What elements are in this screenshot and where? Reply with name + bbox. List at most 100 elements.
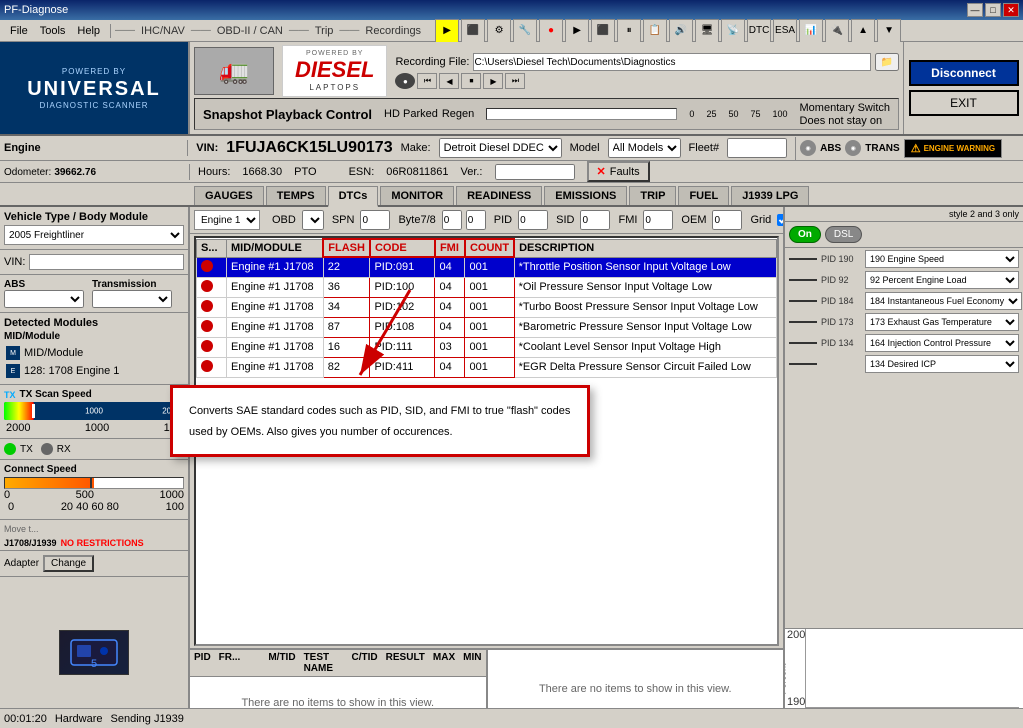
pid-dropdown-3[interactable]: 173 Exhaust Gas Temperature: [865, 313, 1019, 331]
momentary-switch-info: Momentary Switch Does not stay on: [800, 102, 890, 127]
faults-button[interactable]: ✕ Faults: [587, 161, 650, 182]
connect-speed-slider[interactable]: [4, 477, 184, 489]
snapshot-slider[interactable]: [486, 108, 677, 120]
pid-filter-input[interactable]: [518, 210, 548, 230]
rec-icon4[interactable]: ⏹: [461, 73, 481, 89]
module-icon-1: E: [6, 364, 20, 378]
scale-25: 25: [706, 109, 716, 119]
obd-select[interactable]: [302, 210, 324, 230]
menu-help[interactable]: Help: [71, 23, 106, 39]
tab-readiness[interactable]: READINESS: [456, 186, 542, 205]
tb-icon2[interactable]: ⬛: [461, 19, 485, 43]
rec-icon5[interactable]: ▶: [483, 73, 503, 89]
on-toggle[interactable]: On: [789, 226, 821, 243]
cell-desc-4: *Coolant Level Sensor Input Voltage High: [514, 337, 776, 357]
tab-j1939lpg[interactable]: J1939 LPG: [731, 186, 809, 205]
dtc-row-3[interactable]: Engine #1 J170887PID:10804001*Barometric…: [197, 317, 777, 337]
module-item-1[interactable]: E 128: 1708 Engine 1: [4, 362, 184, 380]
tb-icon15[interactable]: 📊: [799, 19, 823, 43]
abs-select[interactable]: [4, 290, 84, 308]
tb-icon13[interactable]: DTC: [747, 19, 771, 43]
sid-input[interactable]: [580, 210, 610, 230]
hours-value: 1668.30: [242, 166, 282, 178]
tab-temps[interactable]: TEMPS: [266, 186, 326, 205]
pid-dropdown-1[interactable]: 92 Percent Engine Load: [865, 271, 1019, 289]
rec-icon3[interactable]: ◀: [439, 73, 459, 89]
fmi-filter-input[interactable]: [643, 210, 673, 230]
model-select[interactable]: All Models: [608, 138, 681, 158]
tb-icon11[interactable]: 🖥: [695, 19, 719, 43]
dtc-row-2[interactable]: Engine #1 J170834PID:10204001*Turbo Boos…: [197, 297, 777, 317]
rec-icon1[interactable]: ●: [395, 73, 415, 89]
engine-filter-select[interactable]: Engine 1: [194, 210, 260, 230]
oem-input[interactable]: [712, 210, 742, 230]
pid-dropdown-extra[interactable]: 134 Desired ICP: [865, 355, 1019, 373]
change-button[interactable]: Change: [43, 555, 94, 572]
make-select[interactable]: Detroit Diesel DDEC: [439, 138, 562, 158]
recording-path-input[interactable]: [473, 53, 870, 71]
dtc-row-5[interactable]: Engine #1 J170882PID:41104001*EGR Delta …: [197, 357, 777, 377]
dtc-row-1[interactable]: Engine #1 J170836PID:10004001*Oil Pressu…: [197, 277, 777, 297]
col-desc: DESCRIPTION: [514, 239, 776, 257]
spn-input[interactable]: [360, 210, 390, 230]
vin-section: VIN:: [0, 250, 188, 275]
sidebar-vin-input[interactable]: [29, 254, 184, 270]
tb-icon12[interactable]: 📡: [721, 19, 745, 43]
rec-icon2[interactable]: ⏮: [417, 73, 437, 89]
transmission-select[interactable]: [92, 290, 172, 308]
tab-gauges[interactable]: GAUGES: [194, 186, 264, 205]
dtc-row-0[interactable]: Engine #1 J170822PID:09104001*Throttle P…: [197, 257, 777, 277]
tb-icon3[interactable]: ⚙: [487, 19, 511, 43]
pid-dropdown-2[interactable]: 184 Instantaneous Fuel Economy: [865, 292, 1022, 310]
recording-label: Recording File:: [395, 56, 469, 68]
scale-50: 50: [728, 109, 738, 119]
tb-icon16[interactable]: 🔌: [825, 19, 849, 43]
tb-icon5[interactable]: ●: [539, 19, 563, 43]
title-buttons[interactable]: — □ ✕: [967, 3, 1019, 17]
tb-icon8[interactable]: ⏸: [617, 19, 641, 43]
tb-icon17[interactable]: ▲: [851, 19, 875, 43]
tb-icon1[interactable]: ▶: [435, 19, 459, 43]
obd-label: OBD: [272, 214, 296, 226]
laptops-text: LAPTOPS: [309, 83, 360, 92]
pid-row-1: PID 92 92 Percent Engine Load: [789, 271, 1019, 289]
tab-monitor[interactable]: MONITOR: [380, 186, 454, 205]
tb-icon18[interactable]: ▼: [877, 19, 901, 43]
close-btn[interactable]: ✕: [1003, 3, 1019, 17]
disconnect-button[interactable]: Disconnect: [909, 60, 1019, 86]
pid-dropdown-4[interactable]: 164 Injection Control Pressure: [865, 334, 1019, 352]
pid-num-1: PID 92: [821, 275, 861, 285]
tb-icon7[interactable]: ⬛: [591, 19, 615, 43]
vehicle-type-select[interactable]: 2005 Freightliner: [4, 225, 184, 245]
fleet-input[interactable]: [727, 138, 787, 158]
tb-icon4[interactable]: 🔧: [513, 19, 537, 43]
svg-text:5: 5: [91, 658, 97, 670]
rec-icon6[interactable]: ⏭: [505, 73, 525, 89]
minimize-btn[interactable]: —: [967, 3, 983, 17]
byte7-input[interactable]: [442, 210, 462, 230]
tab-dtcs[interactable]: DTCs: [328, 186, 379, 207]
tb-icon14[interactable]: ESA: [773, 19, 797, 43]
tooltip-popup: Converts SAE standard codes such as PID,…: [170, 385, 590, 457]
tab-trip[interactable]: TRIP: [629, 186, 676, 205]
cell-mid-3: Engine #1 J1708: [227, 317, 324, 337]
maximize-btn[interactable]: □: [985, 3, 1001, 17]
exit-button[interactable]: EXIT: [909, 90, 1019, 116]
byte8-input[interactable]: [466, 210, 486, 230]
ver-input[interactable]: [495, 164, 575, 180]
cell-count-3: 001: [465, 317, 514, 337]
tb-icon9[interactable]: 📋: [643, 19, 667, 43]
browse-btn[interactable]: 📁: [875, 53, 899, 71]
tab-fuel[interactable]: FUEL: [678, 186, 729, 205]
module-item-0[interactable]: M MID/Module: [4, 344, 184, 362]
menu-tools[interactable]: Tools: [34, 23, 72, 39]
dsl-toggle[interactable]: DSL: [825, 226, 862, 243]
scan-speed-slider[interactable]: 2000 1000: [4, 402, 184, 420]
dtc-row-4[interactable]: Engine #1 J170816PID:11103001*Coolant Le…: [197, 337, 777, 357]
tab-emissions[interactable]: EMISSIONS: [544, 186, 627, 205]
pid-dropdown-0[interactable]: 190 Engine Speed: [865, 250, 1019, 268]
tb-icon10[interactable]: 🔊: [669, 19, 693, 43]
cell-count-5: 001: [465, 357, 514, 377]
menu-file[interactable]: File: [4, 23, 34, 39]
tb-icon6[interactable]: ▶: [565, 19, 589, 43]
